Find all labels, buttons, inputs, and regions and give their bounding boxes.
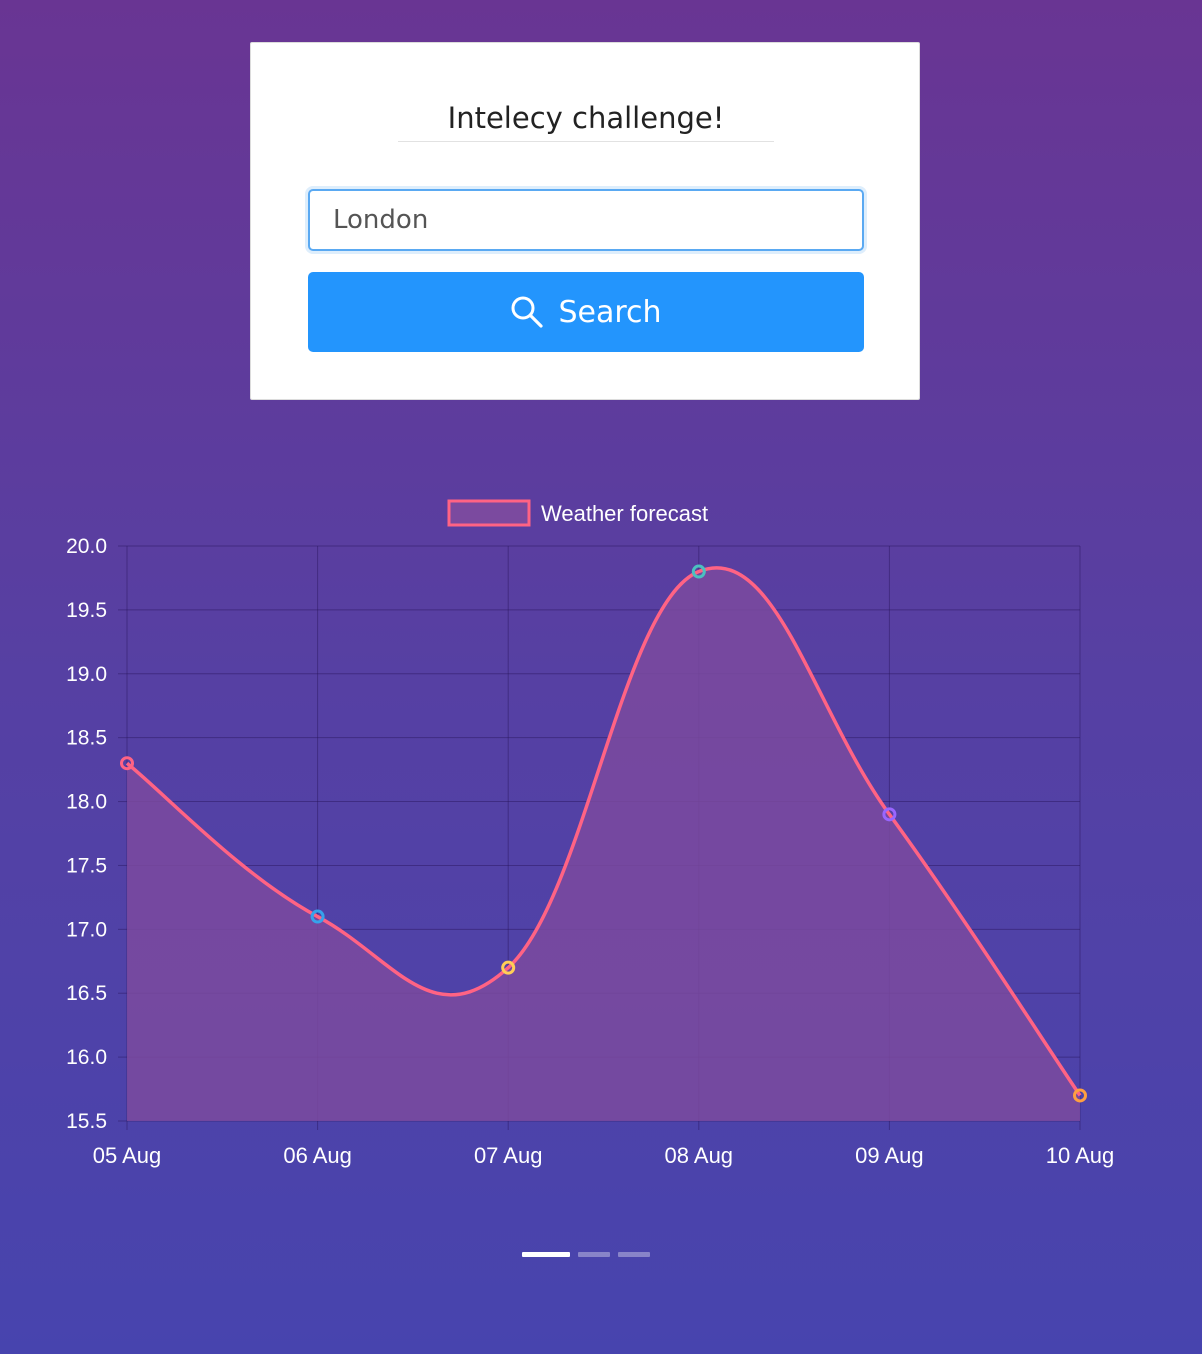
pagination-indicator	[522, 1252, 650, 1257]
y-tick-label: 18.0	[66, 791, 107, 814]
y-tick-label: 19.5	[66, 599, 107, 622]
y-tick-label: 18.5	[66, 727, 107, 750]
y-tick-label: 20.0	[66, 535, 107, 558]
page-indicator-3[interactable]	[618, 1252, 650, 1257]
y-tick-label: 17.0	[66, 918, 107, 941]
y-tick-label: 15.5	[66, 1110, 107, 1133]
page-indicator-1[interactable]	[522, 1252, 570, 1257]
chart-area-fill	[127, 567, 1080, 1121]
x-tick-label: 06 Aug	[283, 1143, 352, 1168]
y-tick-label: 16.5	[66, 982, 107, 1005]
x-tick-label: 09 Aug	[855, 1143, 924, 1168]
y-tick-label: 19.0	[66, 663, 107, 686]
y-tick-label: 17.5	[66, 854, 107, 877]
series-area	[127, 567, 1080, 1121]
x-tick-label: 10 Aug	[1046, 1143, 1115, 1168]
legend-label: Weather forecast	[541, 501, 708, 526]
chart-legend: Weather forecast	[447, 499, 708, 527]
page-indicator-2[interactable]	[578, 1252, 610, 1257]
weather-forecast-chart: 20.0 19.5 19.0 18.5 18.0 17.5 17.0 16.5 16.0 15.5…	[66, 499, 1115, 1168]
y-tick-label: 16.0	[66, 1046, 107, 1069]
x-tick-label: 07 Aug	[474, 1143, 543, 1168]
x-tick-label: 08 Aug	[665, 1143, 734, 1168]
x-tick-label: 05 Aug	[93, 1143, 162, 1168]
legend-swatch	[447, 499, 531, 527]
